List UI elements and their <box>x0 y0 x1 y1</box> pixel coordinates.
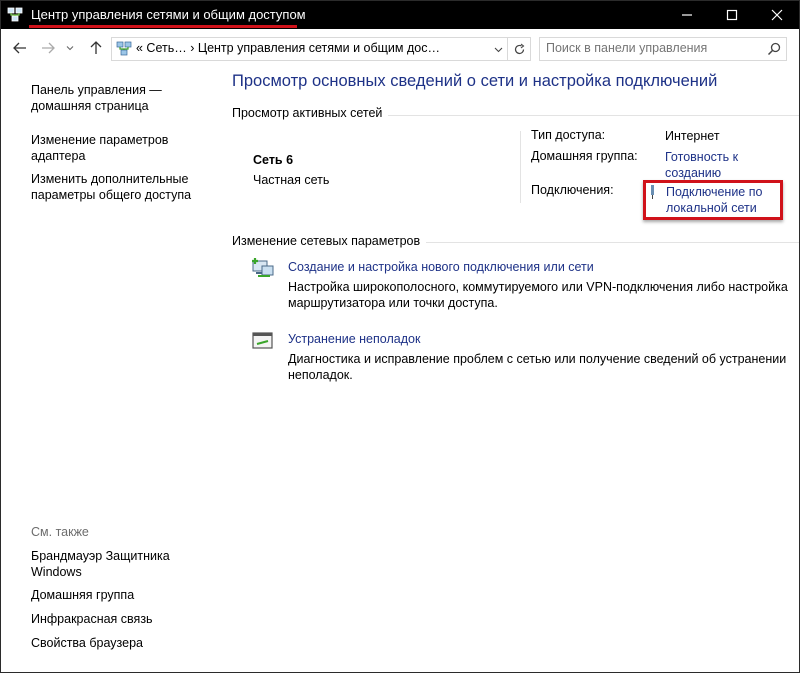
main-content: Просмотр основных сведений о сети и наст… <box>216 69 799 672</box>
refresh-button[interactable] <box>507 38 530 60</box>
navigation-bar: « Сеть… › Центр управления сетями и общи… <box>1 29 799 69</box>
search-box[interactable] <box>539 37 787 61</box>
vertical-divider <box>520 131 521 203</box>
setup-new-connection-description: Настройка широкополосного, коммутируемог… <box>288 280 788 310</box>
arrow-right-icon <box>42 42 55 54</box>
title-bar[interactable]: Центр управления сетями и общим доступом <box>1 1 799 29</box>
title-highlight-underline <box>29 25 297 28</box>
page-title: Просмотр основных сведений о сети и наст… <box>232 72 718 90</box>
window: Центр управления сетями и общим доступом <box>0 0 800 673</box>
chevron-down-icon <box>494 47 502 52</box>
left-pane: Панель управления — домашняя страница Из… <box>1 69 216 672</box>
address-bar[interactable]: « Сеть… › Центр управления сетями и общи… <box>111 37 531 61</box>
see-also-homegroup-link[interactable]: Домашняя группа <box>31 587 206 603</box>
network-name: Сеть 6 <box>253 153 294 167</box>
ethernet-icon <box>651 185 654 199</box>
advanced-sharing-settings-link[interactable]: Изменить дополнительные параметры общего… <box>31 171 206 203</box>
network-category: Частная сеть <box>253 173 330 187</box>
chevron-down-icon <box>66 46 74 51</box>
troubleshoot-link[interactable]: Устранение неполадок <box>288 332 420 346</box>
see-also-browser-properties-link[interactable]: Свойства браузера <box>31 635 206 651</box>
window-title: Центр управления сетями и общим доступом <box>31 7 306 22</box>
maximize-icon <box>726 9 737 21</box>
up-button[interactable] <box>85 37 107 59</box>
troubleshoot-description: Диагностика и исправление проблем с сеть… <box>288 352 787 382</box>
homegroup-ready-link[interactable]: Готовность к созданию <box>665 149 775 181</box>
breadcrumb[interactable]: « Сеть… › Центр управления сетями и общи… <box>136 41 440 55</box>
connections-label: Подключения: <box>531 183 614 197</box>
control-panel-home-link[interactable]: Панель управления — домашняя страница <box>31 82 206 114</box>
connection-highlight-box: Подключение по локальной сети <box>643 180 783 220</box>
change-settings-heading: Изменение сетевых параметров <box>232 234 427 248</box>
refresh-icon <box>514 43 524 54</box>
network-center-icon <box>7 7 23 22</box>
setup-new-connection-link[interactable]: Создание и настройка нового подключения … <box>288 260 594 274</box>
access-type-label: Тип доступа: <box>531 128 606 142</box>
search-icon[interactable] <box>766 41 782 57</box>
change-adapter-settings-link[interactable]: Изменение параметров адаптера <box>31 132 206 164</box>
close-icon <box>771 9 782 21</box>
arrow-left-icon <box>13 42 26 54</box>
new-connection-icon <box>252 258 274 277</box>
see-also-firewall-link[interactable]: Брандмауэр Защитника Windows <box>31 548 206 580</box>
forward-button[interactable] <box>37 37 59 59</box>
arrow-up-icon <box>90 41 102 54</box>
local-connection-link[interactable]: Подключение по локальной сети <box>666 184 780 216</box>
access-type-value: Интернет <box>665 129 720 143</box>
troubleshoot-icon <box>252 332 273 349</box>
homegroup-label: Домашняя группа: <box>531 149 638 163</box>
search-input[interactable] <box>546 40 756 56</box>
minimize-icon <box>681 14 692 16</box>
back-button[interactable] <box>9 37 31 59</box>
close-button[interactable] <box>754 1 799 29</box>
see-also-heading: См. также <box>31 525 89 539</box>
network-center-icon <box>116 41 132 56</box>
active-networks-heading: Просмотр активных сетей <box>232 106 389 120</box>
minimize-button[interactable] <box>664 1 709 29</box>
maximize-button[interactable] <box>709 1 754 29</box>
address-history-dropdown[interactable] <box>490 40 506 58</box>
recent-locations-button[interactable] <box>63 37 77 59</box>
see-also-infrared-link[interactable]: Инфракрасная связь <box>31 611 206 627</box>
